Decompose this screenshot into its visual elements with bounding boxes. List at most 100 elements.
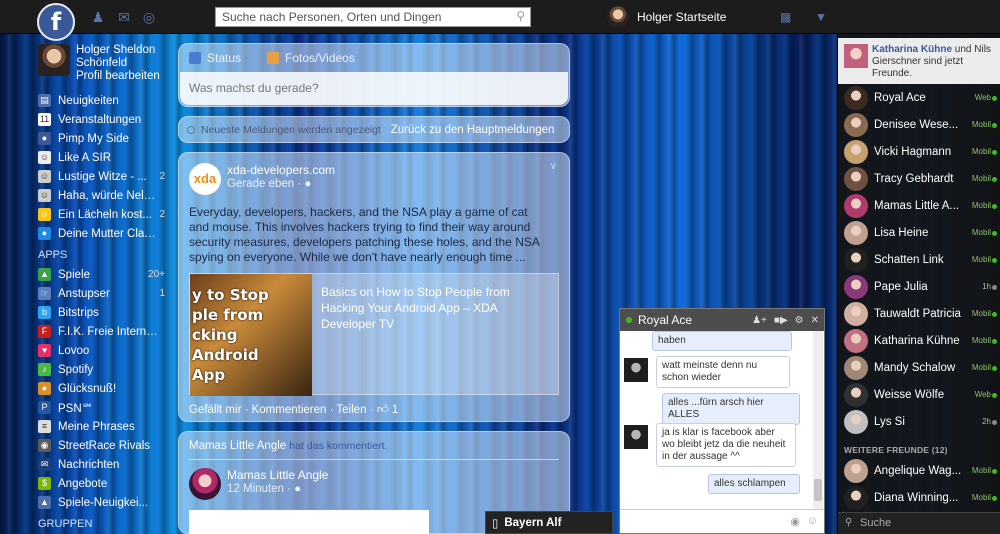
messages-icon[interactable]: ✉: [116, 9, 132, 25]
post-options-chevron-icon[interactable]: ∨: [550, 161, 557, 172]
search-input[interactable]: Suche nach Personen, Orten und Dingen ⚲: [215, 7, 531, 27]
post2-time[interactable]: 12 Minuten · ●: [227, 483, 328, 495]
apps-item[interactable]: b Bitstrips: [38, 303, 170, 322]
friend-row[interactable]: Lys Si 2h: [838, 408, 1000, 435]
apps-item[interactable]: ◉ StreetRace Rivals: [38, 436, 170, 455]
apps-section-head: APPS: [38, 249, 68, 261]
add-friends-icon[interactable]: ♟+: [752, 315, 767, 326]
friend-row[interactable]: Schatten Link Mobil: [838, 246, 1000, 273]
chat-tab-label: Bayern Alf: [504, 516, 562, 529]
chat-titlebar[interactable]: Royal Ace ♟+ ■▶ ⚙ ✕: [620, 309, 824, 331]
post-author[interactable]: xda-developers.com: [227, 163, 335, 178]
chat-scrollbar[interactable]: [813, 331, 823, 511]
link-thumbnail[interactable]: y to Stop ple from cking Android App: [190, 274, 312, 396]
emoji-icon[interactable]: ☺: [807, 515, 818, 527]
post2-time-label: 12 Minuten ·: [227, 483, 295, 495]
friend-row[interactable]: Tauwaldt Patricia Mobil: [838, 300, 1000, 327]
apps-item[interactable]: F F.I.K. Freie Interne...: [38, 322, 170, 341]
items-item[interactable]: ● Pimp My Side: [38, 129, 170, 148]
items-item[interactable]: ☺ Haha, würde Nels...: [38, 186, 170, 205]
ticker-name[interactable]: Katharina Kühne: [872, 44, 952, 55]
gear-icon[interactable]: ⚙: [795, 315, 804, 326]
apps-item-label: Spiele-Neuigkei...: [58, 496, 149, 509]
apps-item[interactable]: ● Glücksnuß!: [38, 379, 170, 398]
post2-image[interactable]: [189, 510, 429, 534]
friend-status: Mobil: [971, 466, 991, 475]
link-preview[interactable]: y to Stop ple from cking Android App Basics …: [189, 273, 559, 396]
back-to-top-stories-link[interactable]: Zurück zu den Hauptmeldungen: [391, 124, 555, 136]
friend-status: Mobil: [971, 336, 991, 345]
friend-row[interactable]: Diana Winning... Mobil: [838, 484, 1000, 511]
apps-item[interactable]: ▲ Spiele 20+: [38, 265, 170, 284]
presence-dot-icon: [992, 123, 997, 128]
chat-contact-name[interactable]: Royal Ace: [638, 313, 692, 327]
like-count[interactable]: 1: [392, 404, 398, 416]
friend-row[interactable]: Royal Ace Web: [838, 84, 1000, 111]
chat-input[interactable]: ◉ ☺: [620, 509, 824, 533]
friend-row[interactable]: Tracy Gebhardt Mobil: [838, 165, 1000, 192]
video-call-icon[interactable]: ■▶: [774, 315, 788, 326]
apps-app-icon: ≡: [38, 420, 51, 433]
items-item[interactable]: ☺ Lustige Witze - ... 2: [38, 167, 170, 186]
chat-sidebar: Katharina Kühne und Nils Gierschner sind…: [837, 34, 1000, 534]
chat-contact-avatar[interactable]: [624, 358, 648, 382]
facebook-logo[interactable]: f: [37, 3, 75, 41]
apps-item-label: Spiele: [58, 268, 90, 281]
search-icon[interactable]: ⚲: [516, 10, 525, 23]
close-icon[interactable]: ✕: [811, 315, 819, 326]
friend-row[interactable]: Lisa Heine Mobil: [838, 219, 1000, 246]
items-item[interactable]: ▤ Neuigkeiten: [38, 91, 170, 110]
friend-row[interactable]: Weisse Wölfe Web: [838, 381, 1000, 408]
chat-search-input[interactable]: ⚲ Suche: [838, 512, 1000, 534]
thumbnail-caption-line: App: [192, 366, 226, 384]
friend-row[interactable]: Denisee Wese... Mobil: [838, 111, 1000, 138]
link-title[interactable]: Basics on How to Stop People from Hackin…: [321, 284, 551, 332]
account-menu-chevron-icon[interactable]: ▼: [815, 10, 827, 24]
user-profile-block[interactable]: Holger Sheldon Schönfeld Profil bearbeit…: [38, 44, 170, 83]
post-time[interactable]: Gerade eben · ●: [227, 178, 335, 190]
user-avatar[interactable]: [38, 44, 70, 76]
friend-row[interactable]: Mamas Little A... Mobil: [838, 192, 1000, 219]
notifications-globe-icon[interactable]: ◎: [141, 9, 157, 25]
apps-item[interactable]: ☞ Anstupser 1: [38, 284, 170, 303]
camera-icon[interactable]: ◉: [790, 515, 800, 528]
items-item[interactable]: 11 Veranstaltungen: [38, 110, 170, 129]
friend-requests-icon[interactable]: ♟: [90, 9, 106, 25]
chat-contact-avatar[interactable]: [624, 425, 648, 449]
post-actions-label[interactable]: Gefällt mir · Kommentieren · Teilen ·: [189, 404, 377, 416]
apps-item[interactable]: ▲ Spiele-Neuigkei...: [38, 493, 170, 512]
apps-item[interactable]: P PSN℠: [38, 398, 170, 417]
post2-avatar[interactable]: [189, 468, 221, 500]
tab-status[interactable]: Status: [189, 51, 241, 65]
items-item[interactable]: ☺ Like A SIR: [38, 148, 170, 167]
user-name-line2[interactable]: Schönfeld: [76, 57, 160, 70]
tab-photos-videos[interactable]: Fotos/Videos: [267, 51, 355, 65]
post2-story-head: Mamas Little Angle hat das kommentiert.: [189, 440, 387, 452]
apps-item[interactable]: ♪ Spotify: [38, 360, 170, 379]
ticker-story[interactable]: Katharina Kühne und Nils Gierschner sind…: [838, 38, 1000, 84]
items-item[interactable]: ● Deine Mutter Clas...: [38, 224, 170, 243]
friend-row[interactable]: Mandy Schalow Mobil: [838, 354, 1000, 381]
apps-item[interactable]: ✉ Nachrichten: [38, 455, 170, 474]
profile-home-link[interactable]: Holger Startseite: [607, 6, 726, 28]
tab-status-label: Status: [207, 51, 242, 65]
items-app-icon: ▤: [38, 94, 51, 107]
post2-head-name[interactable]: Mamas Little Angle: [189, 440, 286, 452]
friend-row[interactable]: Pape Julia 1h: [838, 273, 1000, 300]
post2-author[interactable]: Mamas Little Angle: [227, 468, 328, 483]
friend-row[interactable]: Angelique Wag... Mobil: [838, 457, 1000, 484]
friend-row[interactable]: Katharina Kühne Mobil: [838, 327, 1000, 354]
privacy-shortcuts-icon[interactable]: ▩: [780, 10, 791, 24]
apps-item[interactable]: $ Angebote: [38, 474, 170, 493]
status-input[interactable]: Was machst du gerade?: [180, 72, 568, 105]
friend-row[interactable]: Vicki Hagmann Mobil: [838, 138, 1000, 165]
more-friends-head: WEITERE FREUNDE (12): [844, 445, 948, 455]
page-avatar[interactable]: xda: [189, 163, 221, 195]
edit-profile-link[interactable]: Profil bearbeiten: [76, 70, 160, 83]
apps-item[interactable]: ♥ Lovoo: [38, 341, 170, 360]
chat-tab-bayern-alf[interactable]: ▯ Bayern Alf: [485, 511, 613, 534]
items-item[interactable]: ☺ Ein Lächeln kost... 2: [38, 205, 170, 224]
user-name-line1[interactable]: Holger Sheldon: [76, 44, 160, 57]
chat-scroll-thumb[interactable]: [814, 479, 822, 501]
apps-item[interactable]: ≡ Meine Phrases: [38, 417, 170, 436]
